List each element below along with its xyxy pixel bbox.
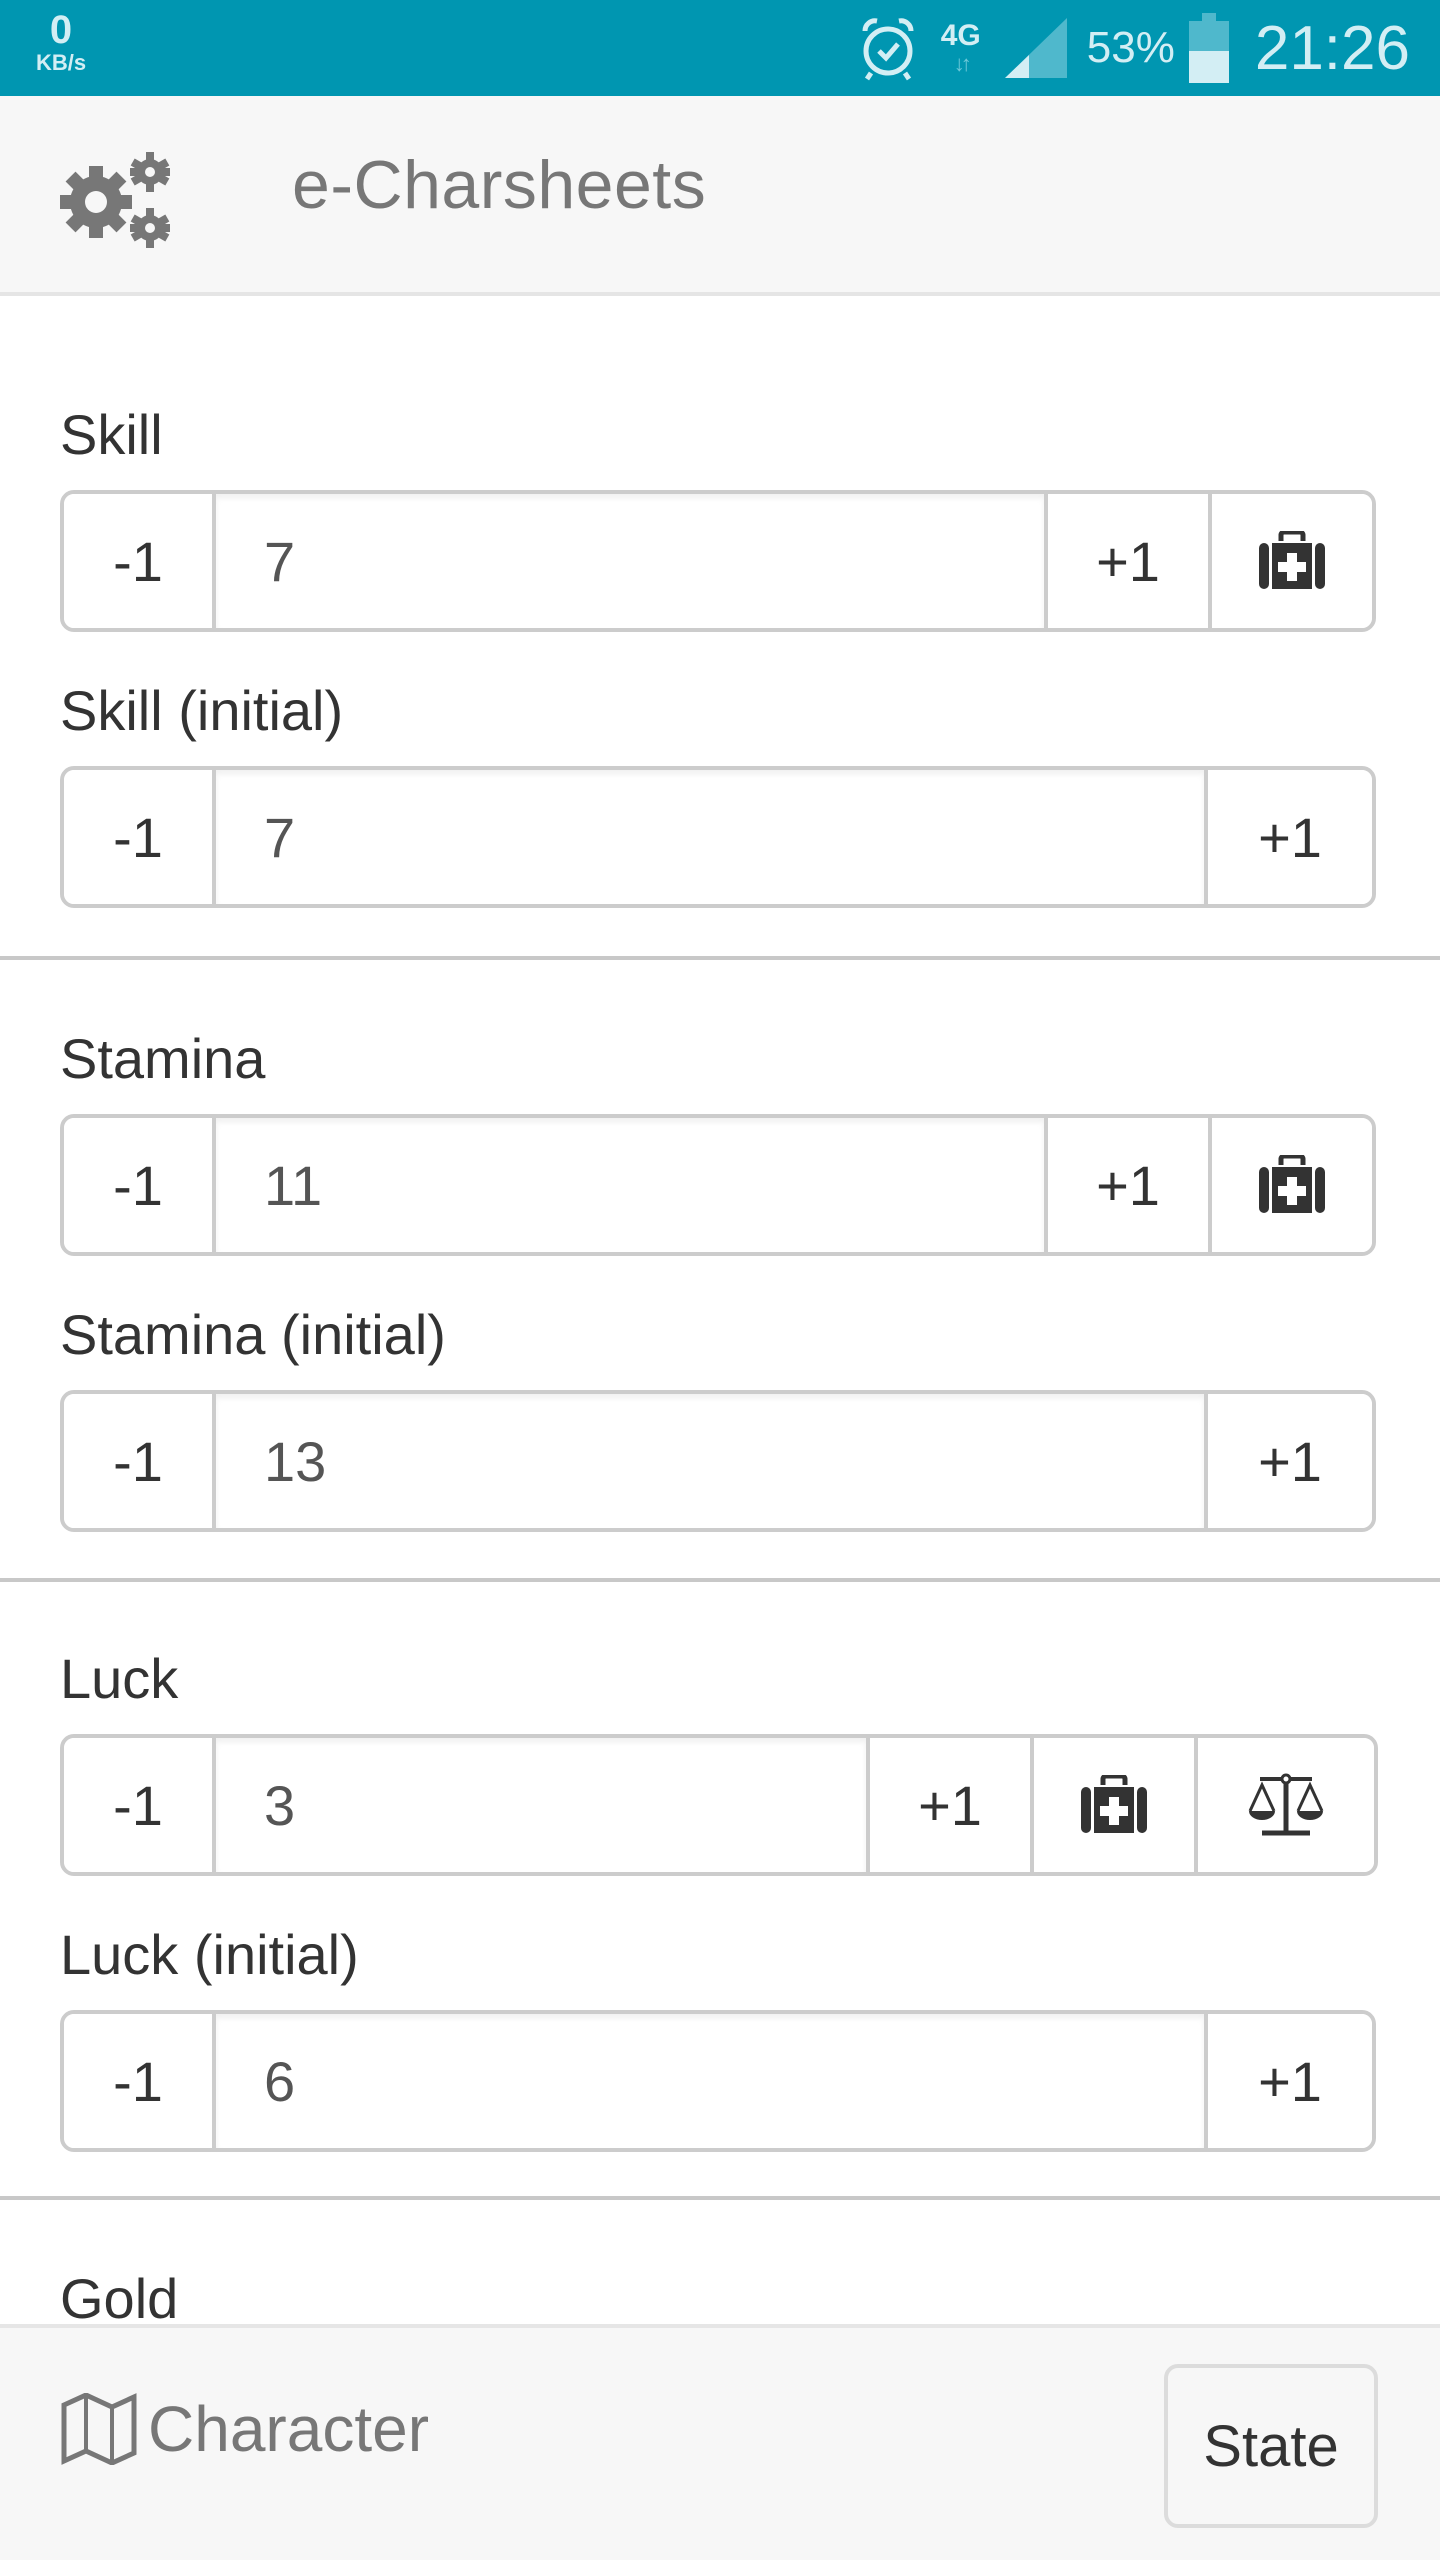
luck-initial-increment-button[interactable]: +1: [1204, 2014, 1372, 2148]
luck-initial-label: Luck (initial): [60, 1923, 359, 1986]
stamina-initial-decrement-button[interactable]: -1: [64, 1394, 212, 1528]
luck-initial-stepper: -1 6 +1: [60, 2010, 1376, 2152]
stamina-initial-label: Stamina (initial): [60, 1303, 446, 1366]
skill-initial-decrement-button[interactable]: -1: [64, 770, 212, 904]
first-aid-icon: [1081, 1775, 1147, 1833]
network-speed: 0 KB/s: [26, 10, 96, 74]
footer-nav: Character State: [0, 2324, 1440, 2560]
skill-initial-label: Skill (initial): [60, 679, 344, 742]
skill-stepper: -1 7 +1: [60, 490, 1376, 632]
stamina-increment-button[interactable]: +1: [1044, 1118, 1208, 1252]
skill-increment-button[interactable]: +1: [1044, 494, 1208, 628]
signal-icon: [1004, 18, 1067, 78]
skill-decrement-button[interactable]: -1: [64, 494, 212, 628]
stamina-label: Stamina: [60, 1027, 266, 1090]
status-indicators: 4G ↓↑ 53% 21:26: [857, 0, 1410, 96]
status-bar: 0 KB/s 4G ↓↑ 53% 21:26: [0, 0, 1440, 96]
group-divider: [0, 2196, 1440, 2200]
scales-icon: [1248, 1773, 1324, 1836]
luck-input[interactable]: 3: [212, 1738, 866, 1872]
network-type: 4G ↓↑: [933, 21, 989, 75]
skill-initial-increment-button[interactable]: +1: [1204, 770, 1372, 904]
battery-percent: 53%: [1086, 23, 1175, 72]
gears-icon[interactable]: [58, 148, 174, 254]
character-tab[interactable]: Character: [60, 2392, 429, 2466]
map-icon: [61, 2393, 137, 2465]
skill-initial-stepper: -1 7 +1: [60, 766, 1376, 908]
skill-restore-button[interactable]: [1208, 494, 1372, 628]
stamina-initial-increment-button[interactable]: +1: [1204, 1394, 1372, 1528]
battery-icon: [1188, 13, 1229, 83]
character-sheet[interactable]: Skill -1 7 +1 Skill (initial) -1 7 +1 St…: [0, 300, 1440, 2325]
app-header: e-Charsheets: [0, 96, 1440, 296]
luck-initial-decrement-button[interactable]: -1: [64, 2014, 212, 2148]
network-speed-unit: KB/s: [35, 50, 87, 75]
alarm-icon: [862, 18, 914, 81]
network-speed-value: 0: [49, 8, 73, 52]
clock: 21:26: [1254, 13, 1410, 83]
luck-stepper: -1 3 +1: [60, 1734, 1378, 1876]
first-aid-icon: [1259, 1155, 1325, 1213]
luck-initial-input[interactable]: 6: [212, 2014, 1204, 2148]
luck-increment-button[interactable]: +1: [866, 1738, 1030, 1872]
skill-label: Skill: [60, 403, 163, 466]
stamina-stepper: -1 11 +1: [60, 1114, 1376, 1256]
state-button[interactable]: State: [1164, 2364, 1378, 2528]
luck-test-button[interactable]: [1194, 1738, 1374, 1872]
network-type-label: 4G: [940, 19, 981, 52]
skill-input[interactable]: 7: [212, 494, 1044, 628]
first-aid-icon: [1259, 531, 1325, 589]
stamina-decrement-button[interactable]: -1: [64, 1118, 212, 1252]
gold-label: Gold: [60, 2267, 179, 2325]
data-activity-icon: ↓↑: [953, 51, 972, 76]
group-divider: [0, 1578, 1440, 1582]
stamina-initial-stepper: -1 13 +1: [60, 1390, 1376, 1532]
group-divider: [0, 956, 1440, 960]
stamina-input[interactable]: 11: [212, 1118, 1044, 1252]
luck-decrement-button[interactable]: -1: [64, 1738, 212, 1872]
luck-label: Luck: [60, 1647, 179, 1710]
skill-initial-input[interactable]: 7: [212, 770, 1204, 904]
app-title: e-Charsheets: [292, 147, 707, 223]
luck-restore-button[interactable]: [1030, 1738, 1194, 1872]
stamina-restore-button[interactable]: [1208, 1118, 1372, 1252]
character-tab-label: Character: [148, 2393, 429, 2465]
stamina-initial-input[interactable]: 13: [212, 1394, 1204, 1528]
